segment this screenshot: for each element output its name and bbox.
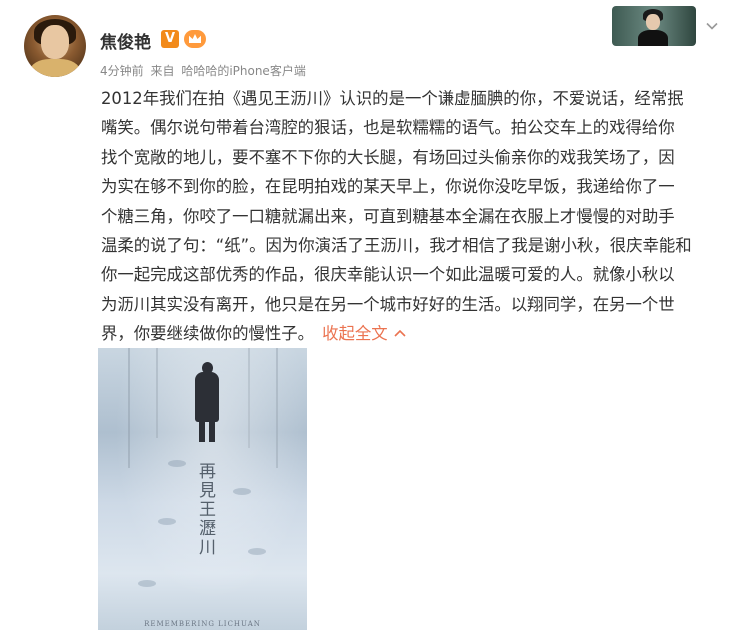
- post-image-poster[interactable]: 再見王瀝川 REMEMBERING LICHUAN: [98, 348, 307, 630]
- post-line: 嘴笑。偶尔说句带着台湾腔的狠话，也是软糯糯的语气。拍公交车上的戏得给你: [101, 118, 675, 138]
- chevron-up-icon: [394, 319, 406, 348]
- profile-card-banner[interactable]: [612, 6, 696, 46]
- post-line: 为沥川其实没有离开，他只是在另一个城市好好的生活。以翔同学，在另一个世: [101, 294, 675, 314]
- post-meta: 4分钟前 来自 哈哈哈的iPhone客户端: [100, 62, 309, 79]
- avatar-face: [41, 25, 69, 59]
- collapse-full-text-link[interactable]: 收起全文: [322, 324, 406, 343]
- collapse-label: 收起全文: [322, 324, 388, 344]
- poster-title: 再見王瀝川: [195, 462, 215, 557]
- banner-person-suit: [638, 30, 668, 46]
- source-prefix: 来自: [150, 64, 175, 78]
- crown-badge-icon: [184, 30, 206, 48]
- author-name[interactable]: 焦俊艳: [100, 28, 151, 53]
- poster-subtitle: REMEMBERING LICHUAN: [144, 620, 261, 628]
- post-line: 找个宽敞的地儿，要不塞不下你的大长腿，有场回过头偷亲你的戏我笑场了，因: [101, 147, 675, 167]
- post-source[interactable]: 哈哈哈的iPhone客户端: [181, 64, 306, 78]
- post-line: 你一起完成这部优秀的作品，很庆幸能认识一个如此温暖可爱的人。就像小秋以: [101, 265, 675, 285]
- post-line: 温柔的说了句：“纸”。因为你演活了王沥川，我才相信了我是谢小秋，很庆幸能和: [101, 236, 692, 256]
- banner-person-face: [646, 14, 660, 30]
- post-time: 4分钟前: [100, 64, 144, 78]
- chevron-down-icon[interactable]: [706, 20, 718, 32]
- avatar[interactable]: [24, 15, 86, 77]
- vip-badge-icon: V: [161, 30, 179, 48]
- post-line: 2012年我们在拍《遇见王沥川》认识的是一个谦虚腼腆的你，不爱说话，经常抿: [101, 89, 684, 108]
- poster-figure-leg: [209, 420, 215, 442]
- post-body: 2012年我们在拍《遇见王沥川》认识的是一个谦虚腼腆的你，不爱说话，经常抿 嘴笑…: [101, 84, 719, 349]
- poster-footprint: [138, 580, 156, 587]
- post-line: 为实在够不到你的脸，在昆明拍戏的某天早上，你说你没吃早饭，我递给你了一: [101, 177, 675, 197]
- post-line: 个糖三角，你咬了一口糖就漏出来，可直到糖基本全漏在衣服上才慢慢的对助手: [101, 206, 675, 226]
- poster-footprint: [168, 460, 186, 467]
- poster-footprint: [248, 548, 266, 555]
- post-line-last: 界，你要继续做你的慢性子。 收起全文: [101, 319, 719, 348]
- poster-figure-leg: [199, 420, 205, 442]
- post-last-text: 界，你要继续做你的慢性子。: [101, 324, 315, 344]
- poster-figure-body: [195, 372, 219, 422]
- poster-footprint: [233, 488, 251, 495]
- avatar-body: [30, 59, 80, 77]
- poster-footprint: [158, 518, 176, 525]
